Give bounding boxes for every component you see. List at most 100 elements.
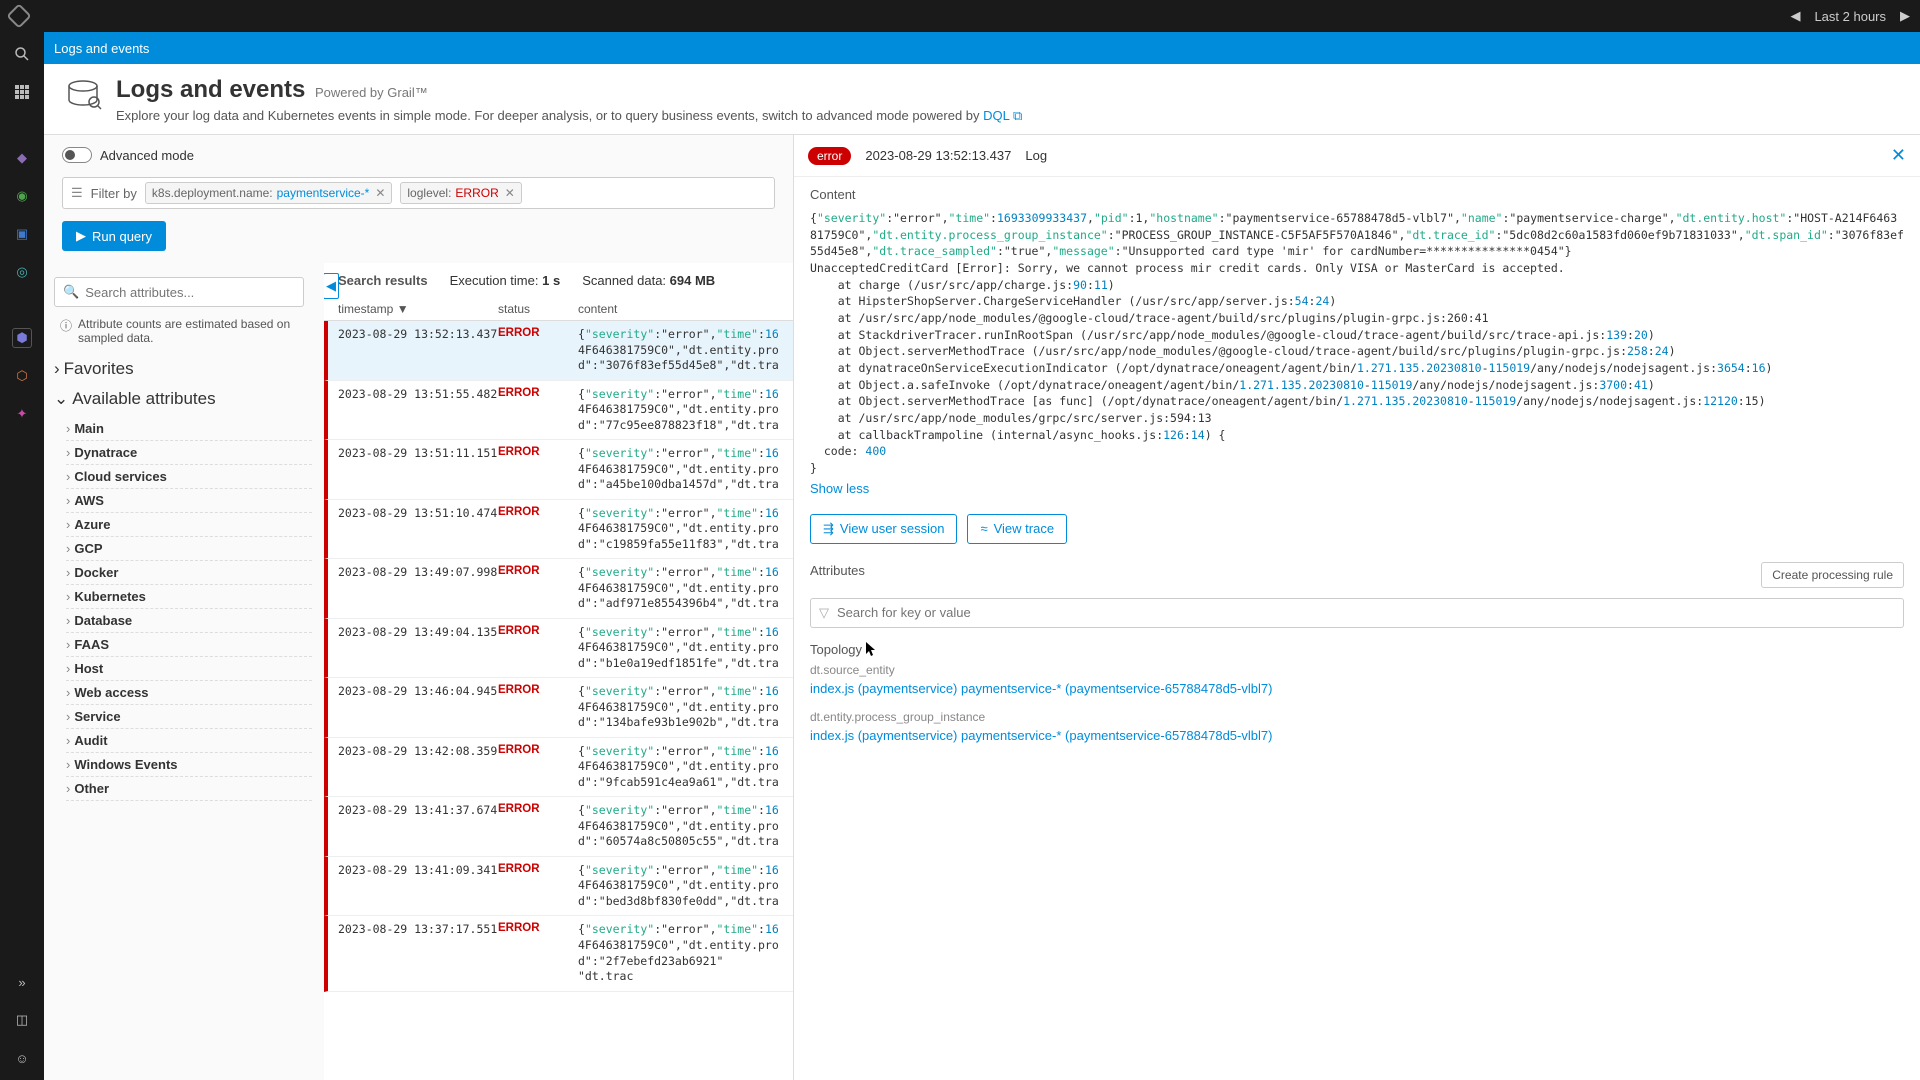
breadcrumb-title[interactable]: Logs and events — [54, 41, 149, 56]
nav-icon-4[interactable]: ◎ — [12, 262, 32, 282]
view-user-session-button[interactable]: ⇶ View user session — [810, 514, 957, 544]
detail-panel: error 2023-08-29 13:52:13.437 Log ✕ Cont… — [794, 135, 1920, 1080]
chevron-right-icon: › — [66, 469, 70, 484]
row-content: {"severity":"error","time":1694F64638175… — [578, 387, 779, 434]
nav-icon-7[interactable]: ✦ — [12, 404, 32, 424]
attribute-detail-search[interactable]: ▽ — [810, 598, 1904, 628]
logs-icon — [64, 76, 102, 117]
attribute-search[interactable]: 🔍 — [54, 277, 304, 307]
table-row[interactable]: 2023-08-29 13:41:09.341ERROR{"severity":… — [324, 857, 793, 917]
topo-val-2[interactable]: index.js (paymentservice) paymentservice… — [810, 728, 1904, 743]
apps-icon[interactable] — [12, 82, 32, 102]
play-icon: ▶ — [76, 228, 86, 244]
page-desc-text: Explore your log data and Kubernetes eve… — [116, 108, 983, 123]
row-timestamp: 2023-08-29 13:49:04.135 — [338, 625, 498, 672]
page-header: Logs and events Powered by Grail™ Explor… — [44, 64, 1920, 135]
col-timestamp[interactable]: timestamp ▼ — [338, 302, 498, 316]
available-label: Available attributes — [72, 389, 215, 409]
chip-remove-icon[interactable]: ✕ — [505, 186, 515, 200]
dynatrace-logo-icon[interactable] — [6, 3, 31, 28]
scan-label: Scanned data: — [582, 273, 666, 288]
attribute-category[interactable]: › Other — [66, 777, 312, 801]
nav-icon-6[interactable]: ⬡ — [12, 366, 32, 386]
col-content[interactable]: content — [578, 302, 779, 316]
detail-type: Log — [1025, 148, 1047, 163]
row-content: {"severity":"error","time":1694F64638175… — [578, 565, 779, 612]
close-detail-icon[interactable]: ✕ — [1891, 145, 1906, 166]
run-query-button[interactable]: ▶ Run query — [62, 221, 166, 251]
attribute-category[interactable]: › FAAS — [66, 633, 312, 657]
table-row[interactable]: 2023-08-29 13:41:37.674ERROR{"severity":… — [324, 797, 793, 857]
row-status: ERROR — [498, 565, 578, 612]
filter-bar[interactable]: ☰ Filter by k8s.deployment.name: payment… — [62, 177, 775, 209]
time-fwd-icon[interactable]: ▶ — [1900, 8, 1910, 24]
view-trace-button[interactable]: ≈ View trace — [967, 514, 1067, 544]
dashboard-icon[interactable]: ◫ — [12, 1010, 32, 1030]
col-status[interactable]: status — [498, 302, 578, 316]
topology-label: Topology — [810, 642, 1904, 657]
row-timestamp: 2023-08-29 13:41:37.674 — [338, 803, 498, 850]
attribute-category[interactable]: › Host — [66, 657, 312, 681]
table-row[interactable]: 2023-08-29 13:52:13.437ERROR{"severity":… — [324, 321, 793, 381]
chip-remove-icon[interactable]: ✕ — [375, 186, 385, 200]
attribute-category[interactable]: › Dynatrace — [66, 441, 312, 465]
attribute-search-input[interactable] — [85, 285, 295, 300]
create-processing-rule-button[interactable]: Create processing rule — [1761, 562, 1904, 588]
nav-icon-2[interactable]: ◉ — [12, 186, 32, 206]
sort-icon: ▼ — [397, 302, 409, 316]
row-content: {"severity":"error","time":1694F64638175… — [578, 922, 779, 984]
table-row[interactable]: 2023-08-29 13:42:08.359ERROR{"severity":… — [324, 738, 793, 798]
nav-icon-3[interactable]: ▣ — [12, 224, 32, 244]
attribute-category[interactable]: › Web access — [66, 681, 312, 705]
user-icon[interactable]: ☺ — [12, 1048, 32, 1068]
row-timestamp: 2023-08-29 13:49:07.998 — [338, 565, 498, 612]
attribute-category[interactable]: › Azure — [66, 513, 312, 537]
scan-val: 694 MB — [670, 273, 716, 288]
attribute-note: ⓘ Attribute counts are estimated based o… — [60, 317, 318, 345]
advanced-mode-label: Advanced mode — [100, 148, 194, 163]
attribute-category[interactable]: › GCP — [66, 537, 312, 561]
filter-chip-loglevel[interactable]: loglevel: ERROR ✕ — [400, 182, 521, 204]
show-less-link[interactable]: Show less — [810, 481, 869, 496]
advanced-mode-toggle[interactable] — [62, 147, 92, 163]
row-timestamp: 2023-08-29 13:41:09.341 — [338, 863, 498, 910]
row-status: ERROR — [498, 625, 578, 672]
table-row[interactable]: 2023-08-29 13:51:55.482ERROR{"severity":… — [324, 381, 793, 441]
attribute-category[interactable]: › AWS — [66, 489, 312, 513]
expand-rail-icon[interactable]: » — [12, 972, 32, 992]
table-row[interactable]: 2023-08-29 13:37:17.551ERROR{"severity":… — [324, 916, 793, 991]
attribute-category[interactable]: › Kubernetes — [66, 585, 312, 609]
table-row[interactable]: 2023-08-29 13:49:07.998ERROR{"severity":… — [324, 559, 793, 619]
chevron-right-icon: › — [66, 613, 70, 628]
search-icon[interactable] — [12, 44, 32, 64]
favorites-section[interactable]: › Favorites — [54, 359, 324, 379]
powered-label: Powered by Grail™ — [315, 85, 428, 100]
top-bar: ◀ Last 2 hours ▶ — [0, 0, 1920, 32]
nav-icon-1[interactable]: ◆ — [12, 148, 32, 168]
attribute-category[interactable]: › Main — [66, 417, 312, 441]
filter-chip-deployment[interactable]: k8s.deployment.name: paymentservice-* ✕ — [145, 182, 393, 204]
attribute-category[interactable]: › Audit — [66, 729, 312, 753]
run-query-label: Run query — [92, 229, 152, 244]
table-row[interactable]: 2023-08-29 13:49:04.135ERROR{"severity":… — [324, 619, 793, 679]
table-row[interactable]: 2023-08-29 13:46:04.945ERROR{"severity":… — [324, 678, 793, 738]
row-status: ERROR — [498, 863, 578, 910]
timerange-label[interactable]: Last 2 hours — [1814, 9, 1886, 24]
table-row[interactable]: 2023-08-29 13:51:10.474ERROR{"severity":… — [324, 500, 793, 560]
attribute-category[interactable]: › Service — [66, 705, 312, 729]
attribute-category[interactable]: › Database — [66, 609, 312, 633]
row-timestamp: 2023-08-29 13:46:04.945 — [338, 684, 498, 731]
topo-val-1[interactable]: index.js (paymentservice) paymentservice… — [810, 681, 1904, 696]
time-back-icon[interactable]: ◀ — [1790, 8, 1800, 24]
available-section[interactable]: ⌄ Available attributes — [54, 389, 324, 409]
attribute-category[interactable]: › Docker — [66, 561, 312, 585]
attribute-category[interactable]: › Cloud services — [66, 465, 312, 489]
table-row[interactable]: 2023-08-29 13:51:11.151ERROR{"severity":… — [324, 440, 793, 500]
attribute-detail-search-input[interactable] — [837, 605, 1895, 620]
external-link-icon: ⧉ — [1013, 108, 1022, 123]
collapse-sidebar-button[interactable]: ◀ — [324, 273, 339, 299]
nav-icon-5[interactable]: ⬢ — [12, 328, 32, 348]
attribute-category[interactable]: › Windows Events — [66, 753, 312, 777]
row-content: {"severity":"error","time":1694F64638175… — [578, 684, 779, 731]
dql-link[interactable]: DQL — [983, 108, 1009, 123]
